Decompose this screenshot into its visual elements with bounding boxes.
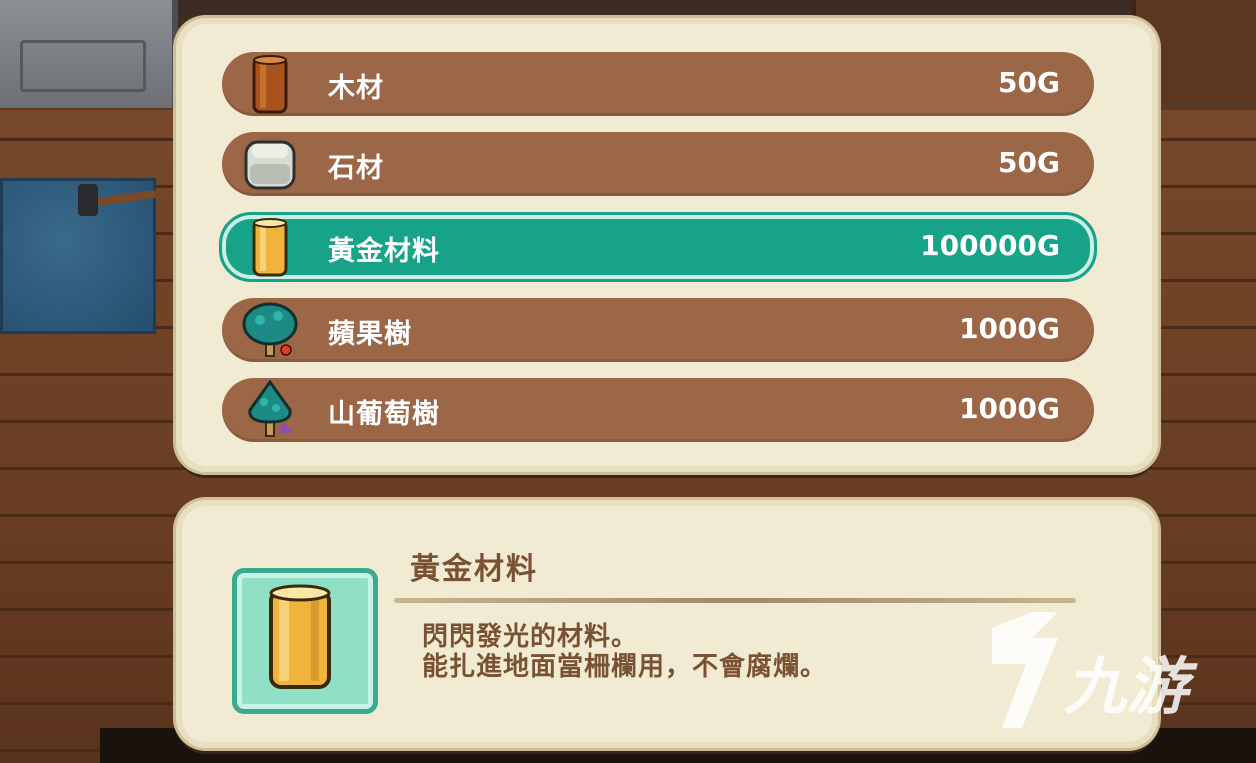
item-name: 木材 (328, 73, 384, 104)
item-description: 閃閃發光的材料。 能扎進地面當柵欄用，不會腐爛。 (422, 622, 827, 682)
item-price: 1000G (959, 312, 1060, 345)
divider (394, 598, 1076, 603)
item-preview-frame (232, 568, 378, 714)
item-price: 100000G (920, 229, 1060, 262)
item-name: 蘋果樹 (328, 319, 412, 350)
shop-item-apple-tree[interactable]: 蘋果樹 1000G (222, 298, 1094, 362)
item-price: 1000G (959, 392, 1060, 425)
shop-item-gold-material[interactable]: 黃金材料 100000G (219, 212, 1097, 282)
stone-block-icon (244, 140, 296, 190)
gold-log-icon (252, 218, 288, 277)
watermark-text: 九游 (1064, 650, 1189, 723)
shop-list-panel: 木材 50G 石材 50G 黃金材料 100000G 蘋果樹 1000G 山葡萄… (176, 18, 1158, 472)
description-line: 閃閃發光的材料。 (422, 622, 639, 652)
wood-log-icon (252, 55, 288, 114)
item-name: 石材 (328, 153, 384, 184)
hammer-icon (78, 184, 98, 216)
item-name: 山葡萄樹 (328, 399, 440, 430)
description-line: 能扎進地面當柵欄用，不會腐爛。 (422, 652, 828, 682)
shop-item-grape-tree[interactable]: 山葡萄樹 1000G (222, 378, 1094, 442)
shop-item-stone[interactable]: 石材 50G (222, 132, 1094, 196)
item-name: 黃金材料 (328, 236, 440, 267)
apple-tree-icon (242, 302, 298, 357)
item-price: 50G (998, 146, 1060, 179)
gold-log-icon (269, 584, 331, 689)
shop-list: 木材 50G 石材 50G 黃金材料 100000G 蘋果樹 1000G 山葡萄… (219, 52, 1097, 458)
item-price: 50G (998, 66, 1060, 99)
storage-box (0, 0, 178, 108)
shop-item-wood[interactable]: 木材 50G (222, 52, 1094, 116)
detail-title: 黃金材料 (410, 552, 538, 587)
grape-tree-icon (248, 380, 292, 437)
